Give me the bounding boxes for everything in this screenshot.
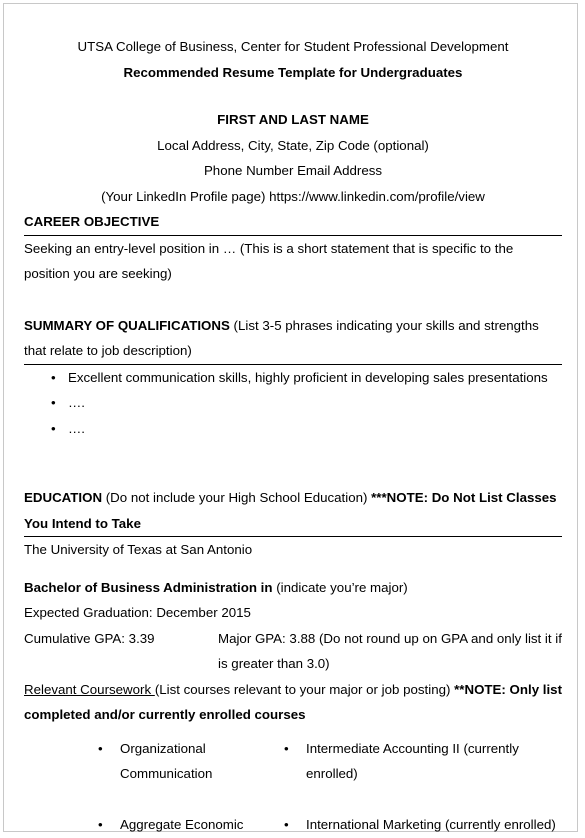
- course-columns: • Organizational Communication • Aggrega…: [24, 736, 562, 838]
- summary-bullet-text: ….: [68, 395, 85, 410]
- education-heading-label: EDUCATION: [24, 490, 103, 505]
- major-gpa: Major GPA: 3.88 (Do not round up on GPA …: [218, 630, 562, 672]
- education-top-spacer: [24, 441, 562, 485]
- bullet-icon: •: [98, 740, 103, 756]
- course-name: International Marketing (currently enrol…: [306, 816, 556, 832]
- bullet-icon: •: [51, 369, 56, 385]
- summary-bullet-text: Excellent communication skills, highly p…: [68, 369, 548, 385]
- list-item: • ….: [24, 390, 562, 416]
- course-name: Organizational Communication: [120, 740, 213, 782]
- degree-line: Bachelor of Business Administration in (…: [24, 575, 562, 601]
- relevant-coursework-label: Relevant Coursework: [24, 681, 155, 697]
- list-item: • Excellent communication skills, highly…: [24, 365, 562, 391]
- education-heading: EDUCATION (Do not include your High Scho…: [24, 485, 562, 536]
- courses-spacer: [24, 728, 562, 736]
- list-item: • Organizational Communication: [98, 736, 279, 787]
- course-column-right: • Intermediate Accounting II (currently …: [279, 736, 562, 838]
- list-item: • ….: [24, 416, 562, 442]
- organization-line: UTSA College of Business, Center for Stu…: [77, 39, 509, 54]
- relevant-coursework-line: Relevant Coursework (List courses releva…: [24, 677, 562, 728]
- list-item: • Intermediate Accounting II (currently …: [284, 736, 562, 787]
- list-item: • Aggregate Economic Analysis: [98, 812, 279, 838]
- summary-bullet-text: ….: [68, 420, 85, 436]
- bullet-icon: •: [284, 816, 289, 832]
- expected-graduation: Expected Graduation: December 2015: [24, 605, 251, 620]
- gpa-row: Cumulative GPA: 3.39 Major GPA: 3.88 (Do…: [24, 626, 562, 677]
- summary-top-spacer: [24, 287, 562, 313]
- applicant-name: FIRST AND LAST NAME: [217, 112, 369, 127]
- career-objective-body: Seeking an entry-level position in … (Th…: [24, 240, 514, 282]
- list-item: • International Marketing (currently enr…: [284, 812, 562, 838]
- education-school: The University of Texas at San Antonio: [24, 542, 253, 557]
- bullet-icon: •: [98, 816, 103, 832]
- course-name: Intermediate Accounting II (currently en…: [306, 740, 519, 782]
- applicant-phone-email: Phone Number Email Address: [203, 163, 383, 178]
- degree-note: (indicate you’re major): [272, 579, 408, 595]
- summary-heading: SUMMARY OF QUALIFICATIONS (List 3-5 phra…: [24, 313, 562, 364]
- resume-template-page: UTSA College of Business, Center for Stu…: [0, 0, 585, 838]
- degree-title: Bachelor of Business Administration in: [24, 579, 273, 595]
- document-title: Recommended Resume Template for Undergra…: [123, 64, 463, 80]
- header-spacer: [24, 85, 562, 107]
- relevant-coursework-note: (List courses relevant to your major or …: [154, 681, 455, 697]
- document-content: UTSA College of Business, Center for Stu…: [24, 0, 562, 838]
- bullet-icon: •: [51, 420, 56, 436]
- career-objective-heading: CAREER OBJECTIVE: [24, 214, 160, 229]
- applicant-address: Local Address, City, State, Zip Code (op…: [157, 137, 429, 153]
- summary-heading-label: SUMMARY OF QUALIFICATIONS: [24, 317, 230, 333]
- education-heading-note: (Do not include your High School Educati…: [102, 490, 372, 505]
- top-spacer: [24, 0, 562, 34]
- bullet-icon: •: [51, 395, 56, 410]
- degree-spacer: [24, 563, 562, 575]
- course-column-left: • Organizational Communication • Aggrega…: [24, 736, 279, 838]
- bullet-icon: •: [284, 740, 289, 756]
- course-name: Aggregate Economic Analysis: [120, 816, 244, 832]
- applicant-linkedin: (Your LinkedIn Profile page) https://www…: [101, 188, 485, 204]
- cumulative-gpa: Cumulative GPA: 3.39: [24, 630, 155, 646]
